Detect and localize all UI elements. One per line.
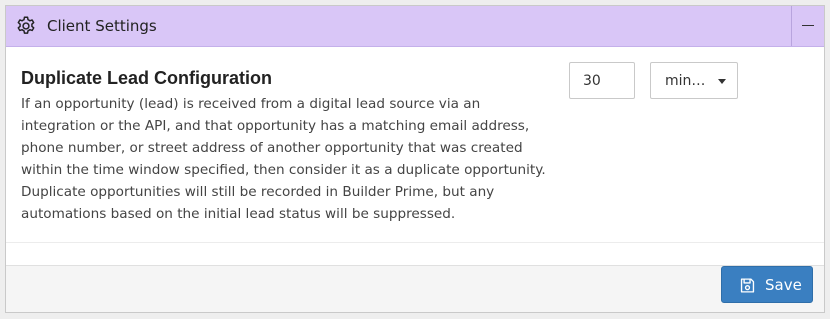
section-description: If an opportunity (lead) is received fro…: [21, 96, 546, 222]
caret-down-icon: [718, 79, 726, 84]
time-window-input[interactable]: [569, 62, 635, 99]
section-title: Duplicate Lead Configuration: [21, 68, 273, 88]
floppy-disk-icon: [740, 278, 755, 293]
panel-title: Client Settings: [47, 17, 157, 35]
panel-footer: [6, 265, 824, 312]
time-unit-value: min…: [665, 73, 706, 89]
save-label: Save: [765, 276, 802, 294]
save-button[interactable]: Save: [721, 266, 813, 303]
time-unit-select[interactable]: min…: [650, 62, 738, 99]
gear-icon: [17, 16, 35, 34]
section-divider: [6, 242, 824, 243]
panel-header: Client Settings: [6, 6, 824, 47]
collapse-button[interactable]: [791, 6, 824, 46]
client-settings-panel: Client Settings Duplicate Lead Configura…: [5, 5, 825, 313]
minus-icon: [802, 25, 814, 26]
